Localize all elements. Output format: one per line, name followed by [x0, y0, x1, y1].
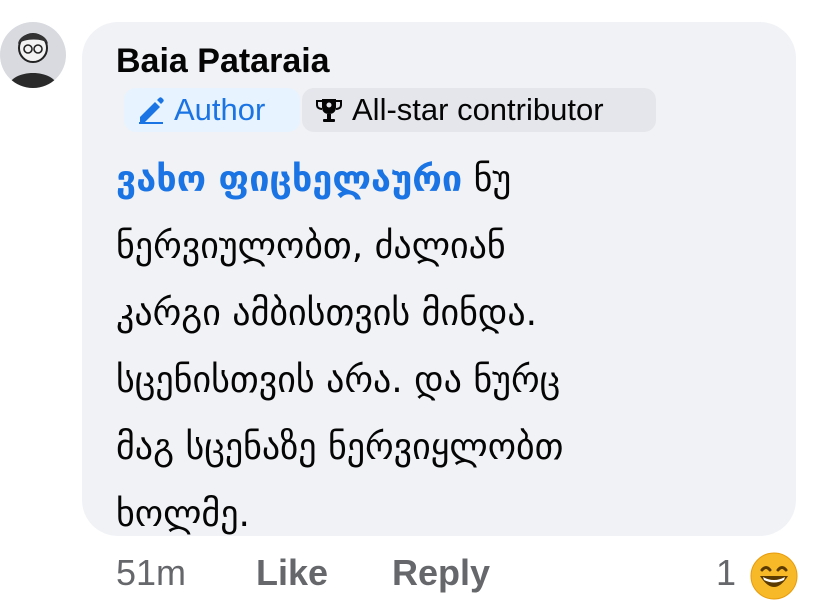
author-badge[interactable]: Author: [124, 88, 300, 132]
comment-line-1: ვახო ფიცხელაური ნუ: [116, 146, 756, 213]
comment-line-5: მაგ სცენაზე ნერვიყლობთ: [116, 427, 564, 468]
all-star-badge-label: All-star contributor: [352, 92, 604, 127]
comment-line-3: კარგი ამბისთვის მინდა.: [116, 293, 538, 334]
pencil-icon: [136, 95, 166, 125]
reaction-count[interactable]: 1: [716, 552, 736, 594]
like-button[interactable]: Like: [256, 552, 328, 594]
comment-timestamp[interactable]: 51m: [116, 552, 186, 594]
avatar[interactable]: [0, 22, 66, 88]
comment-line-4: სცენისთვის არა. და ნურც: [116, 360, 561, 401]
laughing-emoji-icon[interactable]: [750, 552, 798, 600]
comment-text-segment: ნუ: [473, 159, 512, 200]
reply-button[interactable]: Reply: [392, 552, 490, 594]
comment-line-6: ხოლმე.: [116, 494, 250, 535]
trophy-icon: [314, 95, 344, 125]
comment-footer: 51m Like Reply 1: [0, 552, 829, 602]
comment-text: ვახო ფიცხელაური ნუ ნერვიულობთ, ძალიან კა…: [116, 146, 756, 548]
comment-author-name[interactable]: Baia Pataraia: [116, 42, 330, 81]
comment-line-2: ნერვიულობთ, ძალიან: [116, 226, 506, 267]
all-star-badge[interactable]: All-star contributor: [302, 88, 656, 132]
mention-link[interactable]: ვახო ფიცხელაური: [116, 159, 462, 200]
author-badge-label: Author: [174, 92, 266, 127]
